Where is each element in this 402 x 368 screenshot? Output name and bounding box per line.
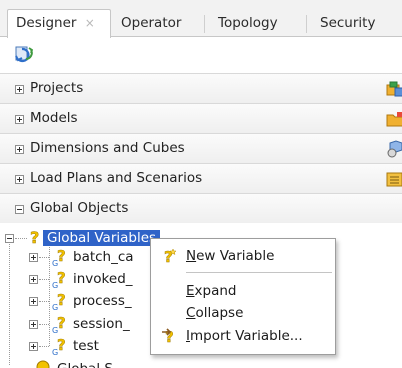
expand-icon[interactable] bbox=[29, 297, 38, 306]
navigator-toolbar bbox=[0, 38, 402, 70]
refresh-icon[interactable] bbox=[13, 43, 35, 65]
variable-icon: ? G bbox=[52, 314, 66, 334]
variable-icon: ? G bbox=[52, 269, 66, 289]
tree-connector bbox=[39, 301, 49, 302]
tab-topology[interactable]: Topology bbox=[208, 10, 278, 36]
menu-mnemonic: N bbox=[186, 248, 197, 264]
tree-item-label: session_ bbox=[73, 316, 130, 332]
variable-icon: ? G bbox=[52, 291, 66, 311]
svg-text:?: ? bbox=[57, 314, 66, 332]
menu-item-label: Import Variable... bbox=[186, 328, 303, 344]
svg-text:?: ? bbox=[57, 336, 66, 354]
expand-icon[interactable] bbox=[29, 342, 38, 351]
menu-mnemonic: C bbox=[186, 305, 196, 321]
context-menu: ? New Variable Expand Collapse ? Import … bbox=[150, 238, 336, 355]
menu-item-new-variable[interactable]: ? New Variable bbox=[151, 245, 335, 267]
tree-connector bbox=[39, 279, 49, 280]
tree-connector bbox=[9, 244, 10, 365]
tree-item-global-variables-label: Global Variables bbox=[43, 230, 161, 246]
menu-item-import-variable[interactable]: ? Import Variable... bbox=[151, 325, 335, 347]
projects-icon[interactable] bbox=[386, 80, 402, 98]
tab-security-label: Security bbox=[320, 15, 376, 31]
tree-connector bbox=[39, 257, 49, 258]
tree-item-label: batch_ca bbox=[73, 249, 134, 265]
svg-text:?: ? bbox=[164, 248, 173, 266]
menu-item-label: Collapse bbox=[186, 305, 244, 321]
tab-operator[interactable]: Operator bbox=[111, 10, 181, 36]
expand-icon[interactable] bbox=[15, 175, 24, 184]
svg-text:G: G bbox=[52, 281, 58, 289]
tab-topology-label: Topology bbox=[218, 15, 278, 31]
tree-item-global-variables[interactable]: Global Variables bbox=[43, 228, 161, 248]
sequence-icon bbox=[36, 360, 50, 368]
svg-text:G: G bbox=[52, 326, 58, 334]
section-projects[interactable]: Projects bbox=[0, 73, 402, 103]
tree-item-label: process_ bbox=[73, 293, 132, 309]
section-dimensions-cubes[interactable]: Dimensions and Cubes bbox=[0, 133, 402, 163]
variable-icon: ? bbox=[30, 228, 40, 247]
loadplans-icon[interactable] bbox=[386, 170, 402, 188]
menu-separator bbox=[186, 272, 332, 273]
section-loadplans-label: Load Plans and Scenarios bbox=[30, 170, 203, 186]
tree-connector bbox=[39, 346, 49, 347]
svg-text:G: G bbox=[52, 259, 58, 267]
expand-icon[interactable] bbox=[15, 145, 24, 154]
tree-item-label: test bbox=[73, 338, 99, 354]
cubes-icon[interactable] bbox=[386, 140, 402, 158]
variable-icon: ? G bbox=[52, 336, 66, 356]
menu-mnemonic: I bbox=[186, 328, 190, 344]
tree-connector bbox=[49, 247, 50, 346]
menu-item-label: New Variable bbox=[186, 248, 275, 264]
section-global-objects-label: Global Objects bbox=[30, 200, 129, 216]
section-load-plans[interactable]: Load Plans and Scenarios bbox=[0, 163, 402, 193]
svg-text:G: G bbox=[52, 303, 58, 311]
svg-text:?: ? bbox=[57, 269, 66, 287]
svg-text:?: ? bbox=[57, 247, 66, 265]
tree-item-label: Global S bbox=[57, 359, 113, 368]
expand-icon[interactable] bbox=[29, 253, 38, 262]
svg-text:G: G bbox=[52, 348, 58, 356]
section-projects-label: Projects bbox=[30, 80, 84, 96]
tree-connector bbox=[15, 238, 27, 239]
tree-connector bbox=[39, 324, 49, 325]
svg-text:?: ? bbox=[57, 291, 66, 309]
tab-close-icon[interactable]: × bbox=[85, 16, 95, 30]
tab-designer-label: Designer bbox=[16, 15, 77, 31]
navigator-tab-bar: Designer × Operator Topology Security bbox=[0, 0, 402, 38]
section-global-objects[interactable]: Global Objects bbox=[0, 193, 402, 223]
tab-operator-label: Operator bbox=[121, 15, 182, 31]
models-icon[interactable] bbox=[386, 110, 402, 128]
import-variable-icon: ? bbox=[162, 328, 174, 346]
tab-designer[interactable]: Designer × bbox=[7, 9, 111, 38]
menu-item-label: Expand bbox=[186, 283, 237, 299]
svg-text:?: ? bbox=[30, 228, 39, 247]
expand-icon[interactable] bbox=[15, 85, 24, 94]
odi-designer-panel: Designer × Operator Topology Security Pr… bbox=[0, 0, 402, 368]
section-dimensions-label: Dimensions and Cubes bbox=[30, 140, 185, 156]
tree-item-label: invoked_ bbox=[73, 271, 133, 287]
menu-item-collapse[interactable]: Collapse bbox=[151, 302, 335, 324]
section-models-label: Models bbox=[30, 110, 78, 126]
variable-icon: ? bbox=[164, 248, 177, 266]
collapse-icon[interactable] bbox=[5, 234, 14, 243]
tab-divider bbox=[204, 15, 205, 33]
menu-mnemonic: E bbox=[186, 283, 195, 299]
section-models[interactable]: Models bbox=[0, 103, 402, 133]
menu-item-expand[interactable]: Expand bbox=[151, 280, 335, 302]
tab-divider bbox=[306, 15, 307, 33]
tab-security[interactable]: Security bbox=[310, 10, 375, 36]
expand-icon[interactable] bbox=[29, 320, 38, 329]
variable-icon: ? G bbox=[52, 247, 66, 267]
collapse-icon[interactable] bbox=[15, 205, 24, 214]
expand-icon[interactable] bbox=[29, 275, 38, 284]
expand-icon[interactable] bbox=[15, 115, 24, 124]
